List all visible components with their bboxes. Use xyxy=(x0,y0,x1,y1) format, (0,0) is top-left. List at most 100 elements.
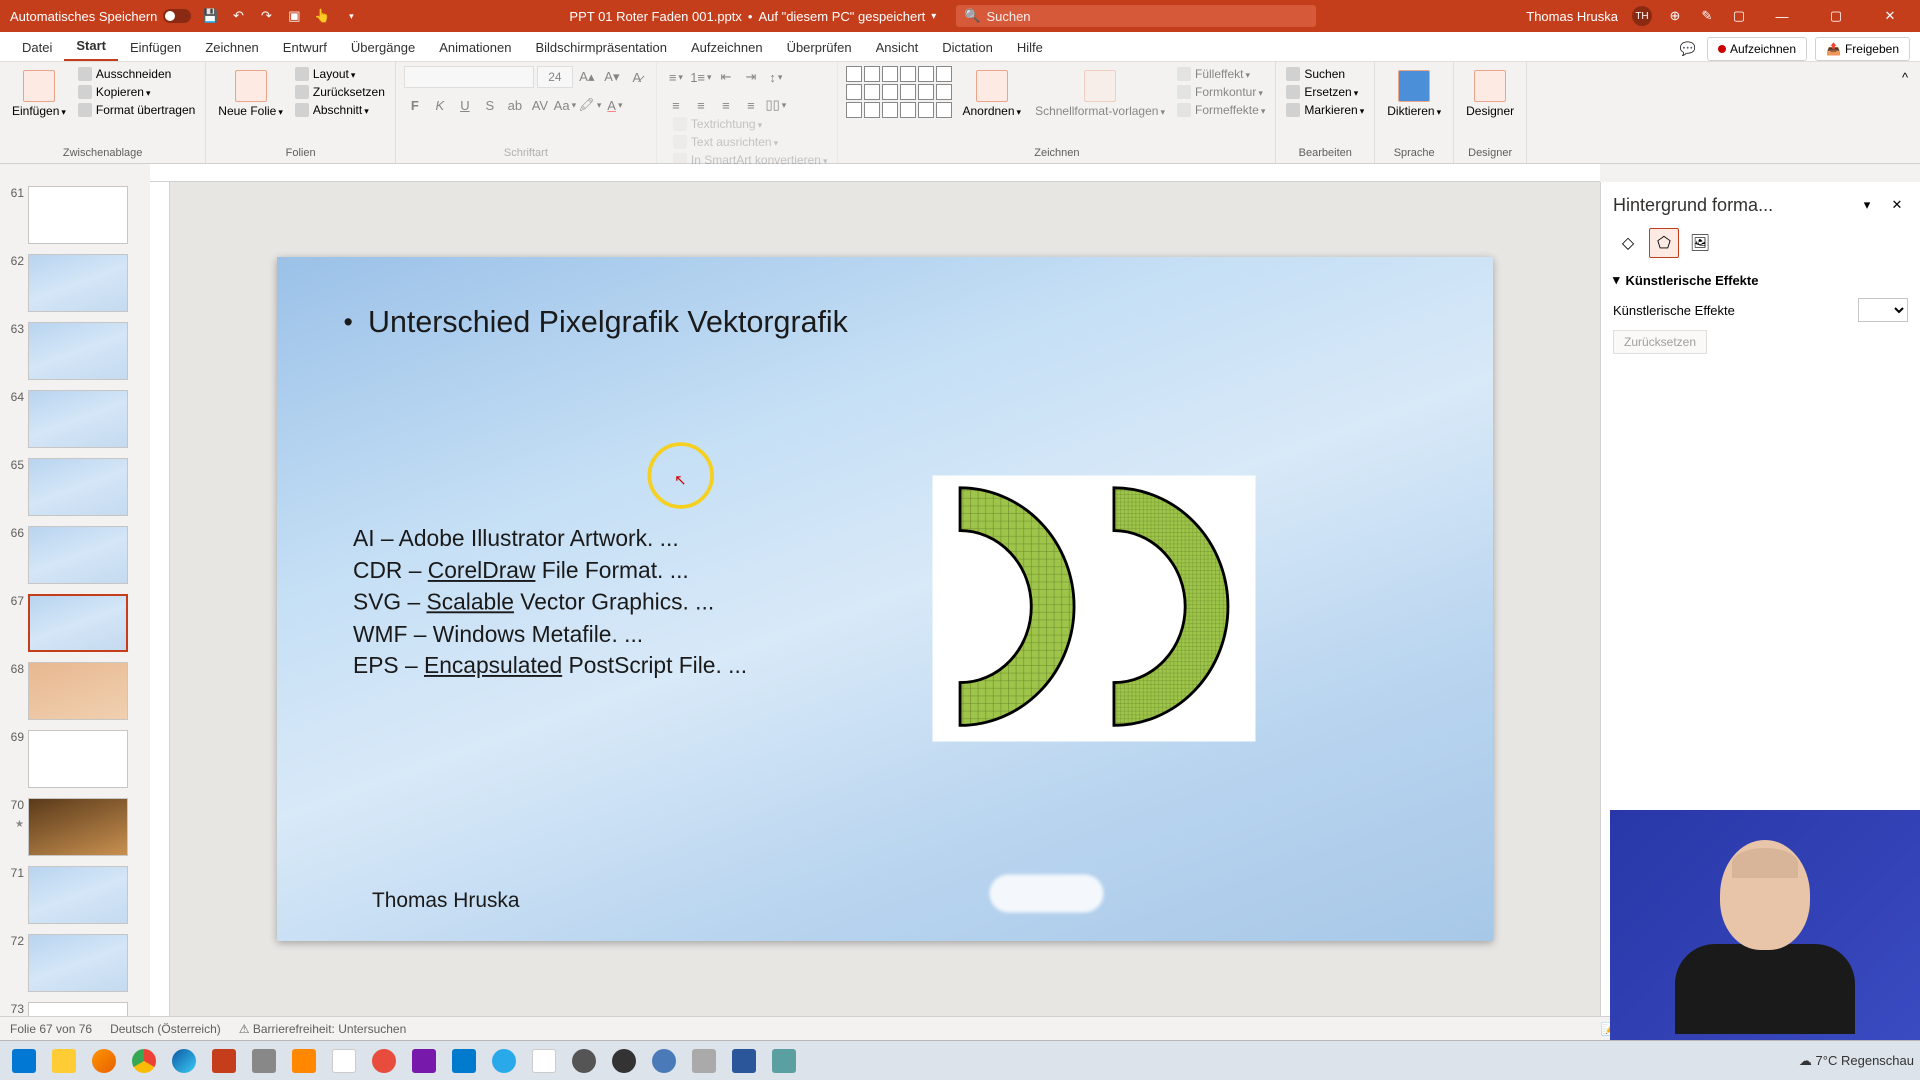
autosave-toggle[interactable]: Automatisches Speichern xyxy=(10,9,191,24)
align-center-icon[interactable]: ≡ xyxy=(690,94,712,116)
find-button[interactable]: Suchen xyxy=(1284,66,1366,82)
undo-icon[interactable]: ↶ xyxy=(229,7,247,25)
replace-button[interactable]: Ersetzen xyxy=(1284,84,1366,100)
thumb-65[interactable] xyxy=(28,458,128,516)
effects-tab-icon[interactable]: ⬠ xyxy=(1649,228,1679,258)
thumb-68[interactable] xyxy=(28,662,128,720)
thumb-72[interactable] xyxy=(28,934,128,992)
tab-ansicht[interactable]: Ansicht xyxy=(864,34,931,61)
pen-icon[interactable]: ✎ xyxy=(1698,7,1716,25)
linespacing-icon[interactable]: ↕ xyxy=(765,66,787,88)
reset-button[interactable]: Zurücksetzen xyxy=(293,84,387,100)
tab-uebergaenge[interactable]: Übergänge xyxy=(339,34,427,61)
italic-icon[interactable]: K xyxy=(429,94,451,116)
thumb-73[interactable] xyxy=(28,1002,128,1016)
copy-button[interactable]: Kopieren xyxy=(76,84,197,100)
vector-comparison-image[interactable] xyxy=(933,476,1256,742)
slide-footer[interactable]: Thomas Hruska xyxy=(372,888,520,913)
numbering-icon[interactable]: 1≡ xyxy=(690,66,712,88)
start-button[interactable] xyxy=(6,1045,42,1077)
search-box[interactable]: 🔍 xyxy=(956,5,1316,27)
section-button[interactable]: Abschnitt xyxy=(293,102,387,118)
maximize-button[interactable]: ▢ xyxy=(1816,0,1856,32)
effects-button[interactable]: Formeffekte xyxy=(1175,102,1267,118)
tab-animationen[interactable]: Animationen xyxy=(427,34,523,61)
app-icon-9[interactable] xyxy=(766,1045,802,1077)
increase-font-icon[interactable]: A▴ xyxy=(576,66,598,88)
spacing-icon[interactable]: AV xyxy=(529,94,551,116)
align-right-icon[interactable]: ≡ xyxy=(715,94,737,116)
layout-button[interactable]: Layout xyxy=(293,66,387,82)
text-direction-button[interactable]: Textrichtung xyxy=(671,116,830,132)
case-icon[interactable]: Aa xyxy=(554,94,576,116)
app-icon-5[interactable] xyxy=(566,1045,602,1077)
vscode-icon[interactable] xyxy=(446,1045,482,1077)
thumb-64[interactable] xyxy=(28,390,128,448)
tab-bildschirmpraesentation[interactable]: Bildschirmpräsentation xyxy=(523,34,679,61)
user-avatar[interactable]: TH xyxy=(1632,6,1652,26)
tab-ueberpruefen[interactable]: Überprüfen xyxy=(775,34,864,61)
decrease-font-icon[interactable]: A▾ xyxy=(601,66,623,88)
slide-thumbnails[interactable]: 61 62 63 64 65 66 67 68 69 70★ 71 72 73 … xyxy=(0,182,150,1016)
effect-select[interactable] xyxy=(1858,298,1908,322)
font-color-icon[interactable]: A xyxy=(604,94,626,116)
shapes-gallery[interactable] xyxy=(846,66,952,118)
tab-entwurf[interactable]: Entwurf xyxy=(271,34,339,61)
strike-icon[interactable]: S xyxy=(479,94,501,116)
ruler-horizontal[interactable] xyxy=(150,164,1600,182)
user-name[interactable]: Thomas Hruska xyxy=(1526,9,1618,24)
fill-tab-icon[interactable]: ◇ xyxy=(1613,228,1643,258)
app-icon-6[interactable] xyxy=(606,1045,642,1077)
cut-button[interactable]: Ausschneiden xyxy=(76,66,197,82)
powerpoint-icon[interactable] xyxy=(206,1045,242,1077)
indent-icon[interactable]: ⇥ xyxy=(740,66,762,88)
tab-zeichnen[interactable]: Zeichnen xyxy=(193,34,270,61)
highlight-icon[interactable]: 🖍 xyxy=(579,94,601,116)
thumb-69[interactable] xyxy=(28,730,128,788)
thumb-62[interactable] xyxy=(28,254,128,312)
present-icon[interactable]: ▣ xyxy=(285,7,303,25)
outdent-icon[interactable]: ⇤ xyxy=(715,66,737,88)
tab-datei[interactable]: Datei xyxy=(10,34,64,61)
pane-options-icon[interactable]: ▾ xyxy=(1856,194,1878,216)
slide-body-text[interactable]: AI – Adobe Illustrator Artwork. ... CDR … xyxy=(353,523,747,683)
underline-icon[interactable]: U xyxy=(454,94,476,116)
arrange-button[interactable]: Anordnen xyxy=(958,66,1025,122)
new-slide-button[interactable]: Neue Folie xyxy=(214,66,287,122)
coming-soon-icon[interactable]: ⊕ xyxy=(1666,7,1684,25)
text-align-button[interactable]: Text ausrichten xyxy=(671,134,830,150)
word-icon[interactable] xyxy=(726,1045,762,1077)
close-button[interactable]: ✕ xyxy=(1870,0,1910,32)
accessibility-status[interactable]: ⚠ Barrierefreiheit: Untersuchen xyxy=(239,1022,407,1036)
weather-widget[interactable]: ☁ 7°C Regenschau xyxy=(1799,1053,1914,1069)
ruler-vertical[interactable] xyxy=(150,182,170,1016)
app-icon-2[interactable] xyxy=(326,1045,362,1077)
touch-icon[interactable]: 👆 xyxy=(313,7,331,25)
slide-title[interactable]: • Unterschied Pixelgrafik Vektorgrafik xyxy=(344,305,848,340)
firefox-icon[interactable] xyxy=(86,1045,122,1077)
slide-counter[interactable]: Folie 67 von 76 xyxy=(10,1022,92,1036)
tab-start[interactable]: Start xyxy=(64,32,118,61)
font-size-input[interactable] xyxy=(537,66,573,88)
aufzeichnen-button[interactable]: Aufzeichnen xyxy=(1707,37,1807,61)
select-button[interactable]: Markieren xyxy=(1284,102,1366,118)
clear-format-icon[interactable]: A̷ xyxy=(626,66,648,88)
app-icon-1[interactable] xyxy=(246,1045,282,1077)
app-icon-3[interactable] xyxy=(366,1045,402,1077)
thumb-71[interactable] xyxy=(28,866,128,924)
tab-dictation[interactable]: Dictation xyxy=(930,34,1005,61)
bold-icon[interactable]: F xyxy=(404,94,426,116)
pane-close-icon[interactable]: ✕ xyxy=(1886,194,1908,216)
thumb-70[interactable]: ★ xyxy=(28,798,128,856)
chrome-icon[interactable] xyxy=(126,1045,162,1077)
format-painter-button[interactable]: Format übertragen xyxy=(76,102,197,118)
collapse-ribbon-icon[interactable]: ^ xyxy=(1894,66,1916,88)
app-icon-7[interactable] xyxy=(646,1045,682,1077)
tab-hilfe[interactable]: Hilfe xyxy=(1005,34,1055,61)
fill-button[interactable]: Fülleffekt xyxy=(1175,66,1267,82)
outline-button[interactable]: Formkontur xyxy=(1175,84,1267,100)
minimize-button[interactable]: — xyxy=(1762,0,1802,32)
save-icon[interactable]: 💾 xyxy=(201,7,219,25)
app-icon-8[interactable] xyxy=(686,1045,722,1077)
picture-tab-icon[interactable]: 🖼 xyxy=(1685,228,1715,258)
